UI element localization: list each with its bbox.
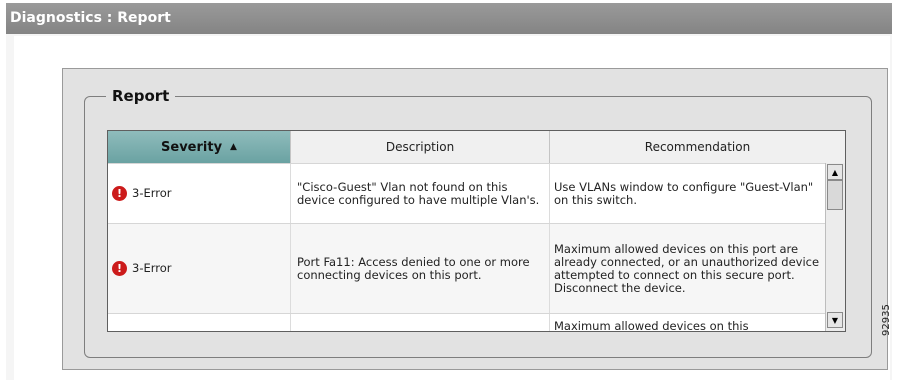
severity-cell: ! 3-Error bbox=[108, 224, 291, 313]
recommendation-cell: Maximum allowed devices on this port are… bbox=[550, 224, 825, 313]
severity-header-label: Severity bbox=[161, 139, 223, 155]
recommendation-text: Maximum allowed devices on this bbox=[554, 319, 749, 332]
description-cell: "Cisco-Guest" Vlan not found on this dev… bbox=[291, 164, 550, 223]
severity-cell: ! 3-Error bbox=[108, 164, 291, 223]
scroll-down-button[interactable]: ▼ bbox=[827, 312, 843, 328]
description-header-label: Description bbox=[385, 140, 455, 154]
recommendation-text: Use VLANs window to configure "Guest-Vla… bbox=[554, 179, 814, 207]
page-title: Diagnostics : Report bbox=[10, 10, 171, 26]
title-bar: Diagnostics : Report bbox=[6, 3, 892, 34]
table-row[interactable]: ! 3-Error "Cisco-Guest" Vlan not found o… bbox=[108, 163, 825, 223]
report-group-legend: Report bbox=[106, 87, 176, 105]
severity-text: 3-Error bbox=[132, 261, 172, 275]
scroll-up-button[interactable]: ▲ bbox=[827, 164, 843, 180]
table-row[interactable]: ! 3-Error Port Fa11: Access denied to on… bbox=[108, 223, 825, 313]
description-cell bbox=[291, 314, 550, 331]
error-icon: ! bbox=[112, 261, 127, 276]
error-icon: ! bbox=[112, 186, 127, 201]
description-text: Port Fa11: Access denied to one or more … bbox=[297, 254, 530, 282]
severity-cell bbox=[108, 314, 291, 331]
figure-id-label: 92935 bbox=[881, 304, 892, 336]
scroll-up-arrow-icon: ▲ bbox=[831, 167, 839, 177]
description-cell: Port Fa11: Access denied to one or more … bbox=[291, 224, 550, 313]
report-table: Severity ▲ Description Recommendation ! … bbox=[107, 130, 846, 332]
recommendation-header-label: Recommendation bbox=[644, 140, 751, 154]
severity-text: 3-Error bbox=[132, 186, 172, 200]
sort-ascending-icon: ▲ bbox=[230, 142, 237, 152]
table-row[interactable]: Maximum allowed devices on this bbox=[108, 313, 825, 332]
vertical-scrollbar[interactable]: ▲ ▼ bbox=[825, 163, 845, 331]
recommendation-cell: Maximum allowed devices on this bbox=[550, 314, 825, 332]
recommendation-column-header[interactable]: Recommendation bbox=[550, 131, 845, 163]
scrollbar-thumb[interactable] bbox=[827, 180, 843, 210]
severity-column-header[interactable]: Severity ▲ bbox=[108, 131, 291, 163]
recommendation-text: Maximum allowed devices on this port are… bbox=[554, 241, 820, 295]
recommendation-cell: Use VLANs window to configure "Guest-Vla… bbox=[550, 164, 825, 223]
scroll-down-arrow-icon: ▼ bbox=[831, 315, 839, 325]
description-text: "Cisco-Guest" Vlan not found on this dev… bbox=[297, 179, 540, 207]
description-column-header[interactable]: Description bbox=[291, 131, 550, 163]
